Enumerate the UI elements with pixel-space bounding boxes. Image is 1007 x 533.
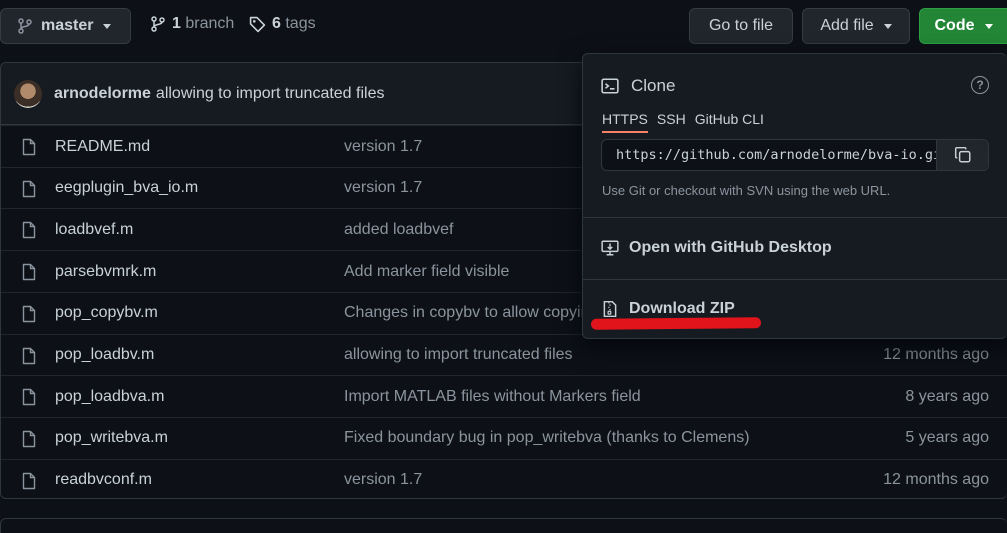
file-name[interactable]: readbvconf.m bbox=[55, 471, 152, 489]
tags-link[interactable]: 6 tags bbox=[249, 15, 316, 33]
readme-box bbox=[0, 518, 1007, 533]
file-commit-message[interactable]: Add marker field visible bbox=[344, 263, 509, 281]
file-icon bbox=[21, 305, 37, 328]
clone-dropdown: Clone ? HTTPS SSH GitHub CLI https://git… bbox=[582, 53, 1007, 339]
go-to-file-button[interactable]: Go to file bbox=[689, 8, 793, 44]
file-icon bbox=[21, 180, 37, 203]
clone-url-input[interactable]: https://github.com/arnodelorme/bva-io.gi… bbox=[602, 140, 936, 170]
clone-hint: Use Git or checkout with SVN using the w… bbox=[602, 183, 891, 198]
file-commit-message[interactable]: Changes in copybv to allow copyin bbox=[344, 304, 589, 322]
file-commit-message[interactable]: version 1.7 bbox=[344, 179, 422, 197]
help-icon[interactable]: ? bbox=[971, 76, 989, 94]
tab-ssh[interactable]: SSH bbox=[657, 111, 686, 133]
chevron-down-icon bbox=[984, 23, 993, 29]
file-commit-age: 5 years ago bbox=[905, 429, 989, 447]
file-commit-age: 12 months ago bbox=[883, 471, 989, 489]
table-row[interactable]: readbvconf.m version 1.7 12 months ago bbox=[1, 458, 1007, 498]
file-name[interactable]: eegplugin_bva_io.m bbox=[55, 179, 198, 197]
table-row[interactable]: pop_loadbva.m Import MATLAB files without… bbox=[1, 375, 1007, 417]
download-zip-item[interactable]: Download ZIP bbox=[601, 300, 735, 318]
download-zip-label: Download ZIP bbox=[629, 300, 735, 317]
tab-github-cli[interactable]: GitHub CLI bbox=[695, 111, 764, 133]
copy-button[interactable] bbox=[936, 140, 988, 170]
file-commit-message[interactable]: Import MATLAB files without Markers fiel… bbox=[344, 388, 641, 406]
file-commit-message[interactable]: Fixed boundary bug in pop_writebva (than… bbox=[344, 429, 750, 447]
code-label: Code bbox=[934, 17, 975, 34]
file-name[interactable]: loadbvef.m bbox=[55, 221, 133, 239]
table-row[interactable]: pop_writebva.m Fixed boundary bug in pop_… bbox=[1, 416, 1007, 459]
add-file-button[interactable]: Add file bbox=[802, 8, 910, 44]
file-icon bbox=[21, 138, 37, 161]
avatar[interactable] bbox=[14, 79, 42, 108]
git-branch-icon bbox=[151, 16, 165, 32]
file-name[interactable]: pop_loadbva.m bbox=[55, 388, 164, 406]
file-zip-icon bbox=[603, 300, 617, 318]
file-name[interactable]: pop_writebva.m bbox=[55, 429, 168, 447]
tag-text: tags bbox=[285, 15, 316, 32]
desktop-download-icon bbox=[601, 240, 619, 256]
terminal-icon bbox=[601, 78, 619, 94]
tab-https[interactable]: HTTPS bbox=[602, 111, 648, 133]
copy-icon bbox=[954, 146, 970, 163]
file-commit-message[interactable]: added loadbvef bbox=[344, 221, 453, 239]
file-commit-age: 12 months ago bbox=[883, 346, 989, 363]
open-github-desktop-item[interactable]: Open with GitHub Desktop bbox=[601, 239, 832, 257]
file-commit-message[interactable]: version 1.7 bbox=[344, 471, 422, 489]
branch-select-button[interactable]: master bbox=[0, 8, 131, 44]
branches-link[interactable]: 1 branch bbox=[150, 15, 234, 33]
branch-text: branch bbox=[185, 15, 235, 32]
clone-url-group: https://github.com/arnodelorme/bva-io.gi… bbox=[601, 139, 989, 171]
file-icon bbox=[21, 347, 37, 370]
branch-name: master bbox=[41, 17, 94, 34]
file-icon bbox=[21, 472, 37, 495]
file-commit-message[interactable]: version 1.7 bbox=[344, 138, 422, 156]
divider bbox=[583, 279, 1007, 280]
chevron-down-icon bbox=[103, 23, 112, 29]
file-name[interactable]: pop_loadbv.m bbox=[55, 346, 154, 364]
code-button[interactable]: Code bbox=[919, 8, 1007, 44]
add-file-label: Add file bbox=[820, 17, 874, 34]
table-row[interactable]: pop_loadbv.m allowing to import truncated… bbox=[1, 333, 1007, 376]
tag-icon bbox=[249, 16, 266, 32]
file-icon bbox=[21, 221, 37, 244]
file-name[interactable]: parsebvmrk.m bbox=[55, 263, 156, 281]
git-branch-icon bbox=[18, 18, 32, 34]
annotation-underline bbox=[590, 317, 762, 330]
divider bbox=[583, 217, 1007, 218]
clone-tabs: HTTPS SSH GitHub CLI bbox=[602, 111, 764, 133]
file-icon bbox=[21, 263, 37, 286]
file-name[interactable]: README.md bbox=[55, 138, 150, 156]
go-to-file-label: Go to file bbox=[708, 17, 774, 34]
file-icon bbox=[21, 430, 37, 453]
open-github-desktop-label: Open with GitHub Desktop bbox=[629, 239, 832, 256]
file-commit-age: 8 years ago bbox=[905, 387, 989, 405]
clone-header: Clone bbox=[601, 76, 675, 96]
commit-author[interactable]: arnodelorme bbox=[54, 85, 151, 103]
commit-message[interactable]: allowing to import truncated files bbox=[156, 85, 385, 103]
file-icon bbox=[21, 388, 37, 411]
tag-count: 6 bbox=[272, 15, 281, 32]
chevron-down-icon bbox=[883, 23, 892, 29]
file-commit-message[interactable]: allowing to import truncated files bbox=[344, 346, 573, 364]
file-name[interactable]: pop_copybv.m bbox=[55, 304, 158, 322]
clone-title: Clone bbox=[631, 76, 676, 95]
branch-count: 1 bbox=[172, 15, 181, 32]
